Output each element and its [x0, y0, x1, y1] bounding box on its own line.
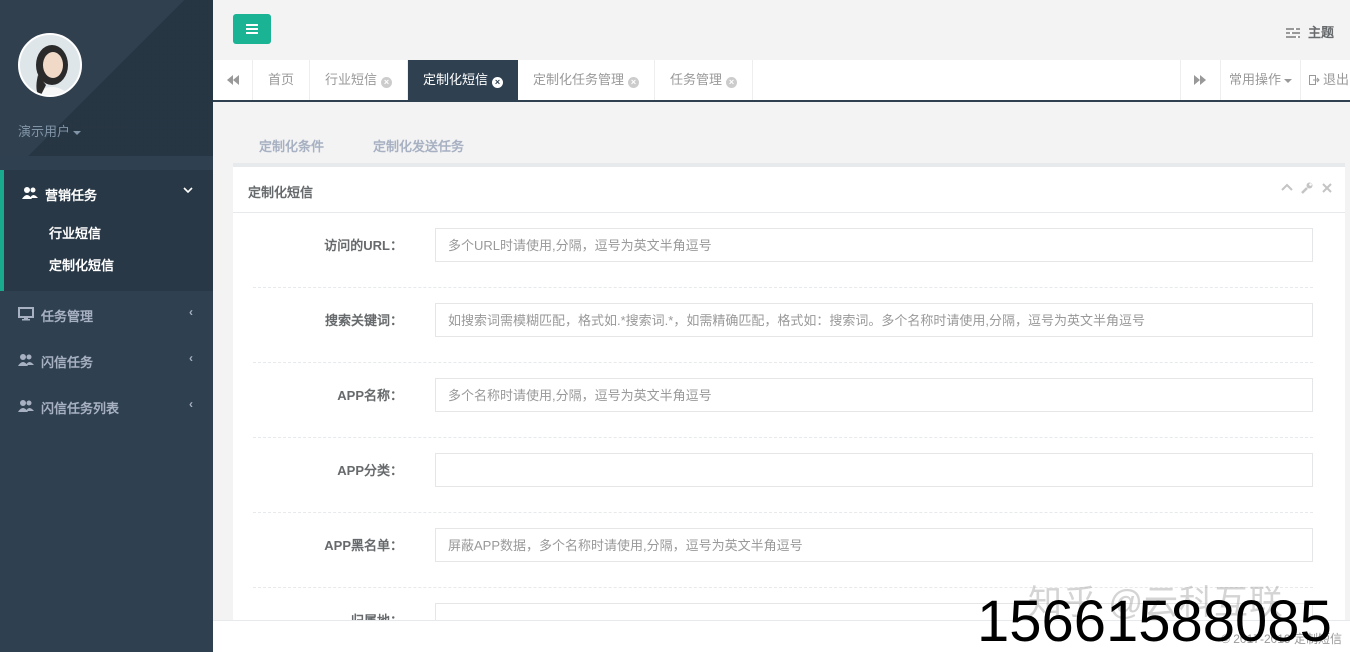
- tabs-scroll-left-button[interactable]: [213, 60, 253, 100]
- tab-custom-task-management[interactable]: 定制化任务管理 ×: [518, 60, 656, 100]
- sidebar-item-task-management[interactable]: 任务管理 ‹: [0, 291, 213, 337]
- sub-tab-custom-send-tasks[interactable]: 定制化发送任务: [373, 136, 464, 155]
- app-name-input[interactable]: [435, 378, 1313, 412]
- hamburger-icon: [246, 24, 258, 26]
- sidebar-item-label: 营销任务: [45, 188, 98, 203]
- sidebar: 演示用户 营销任务 行业短信 定制化短信 任务管理 ‹ 闪信任务 ‹ 闪信任务列…: [0, 0, 213, 652]
- theme-label: 主题: [1307, 25, 1334, 40]
- logout-button[interactable]: 退出: [1300, 60, 1350, 100]
- chevron-left-icon: ‹: [189, 397, 193, 411]
- panel-title: 定制化短信: [248, 185, 314, 200]
- tab-custom-sms[interactable]: 定制化短信 ×: [408, 60, 519, 100]
- sidebar-nav: 营销任务 行业短信 定制化短信 任务管理 ‹ 闪信任务 ‹ 闪信任务列表 ‹: [0, 170, 213, 429]
- chevron-down-icon: [183, 184, 193, 198]
- tab-home[interactable]: 首页: [253, 60, 311, 100]
- sidebar-subitem-industry-sms[interactable]: 行业短信: [49, 223, 101, 242]
- form-row-app-category: APP分类：: [253, 438, 1313, 513]
- chevron-left-icon: ‹: [189, 305, 193, 319]
- tab-task-management[interactable]: 任务管理 ×: [655, 60, 754, 100]
- sidebar-item-flash-tasks[interactable]: 闪信任务 ‹: [0, 337, 213, 383]
- sidebar-item-label: 闪信任务: [41, 355, 94, 370]
- sidebar-subitem-custom-sms[interactable]: 定制化短信: [49, 255, 114, 274]
- sidebar-header: 演示用户: [0, 0, 213, 156]
- tasks-icon: [1285, 26, 1300, 38]
- sidebar-item-label: 闪信任务列表: [41, 401, 120, 416]
- wrench-icon[interactable]: [1301, 182, 1313, 194]
- tabs-scroll-right-button[interactable]: [1180, 60, 1220, 100]
- sidebar-item-label: 任务管理: [41, 309, 94, 324]
- close-icon[interactable]: [1321, 182, 1333, 194]
- form-panel: 定制化短信 访问的URL： 搜索关键词： APP名称： APP: [233, 163, 1345, 637]
- url-input[interactable]: [435, 228, 1313, 262]
- form-row-url: 访问的URL：: [253, 213, 1313, 288]
- keywords-input[interactable]: [435, 303, 1313, 337]
- avatar[interactable]: [18, 33, 82, 97]
- sidebar-item-marketing-tasks[interactable]: 营销任务 行业短信 定制化短信: [0, 170, 213, 291]
- close-tab-icon[interactable]: ×: [492, 77, 504, 88]
- field-label: APP黑名单：: [324, 538, 403, 553]
- sidebar-item-flash-task-list[interactable]: 闪信任务列表 ‹: [0, 383, 213, 429]
- field-label: APP分类：: [337, 463, 403, 478]
- main-content: 定制化条件 定制化发送任务 定制化短信 访问的URL： 搜索关键词：: [213, 102, 1350, 637]
- watermark-phone: 15661588085: [977, 589, 1332, 652]
- close-tab-icon[interactable]: ×: [628, 77, 640, 88]
- field-label: 搜索关键词：: [324, 313, 403, 328]
- close-tab-icon[interactable]: ×: [381, 77, 393, 88]
- forward-icon: [1194, 75, 1206, 85]
- sub-tab-custom-conditions[interactable]: 定制化条件: [259, 136, 324, 155]
- app-category-input[interactable]: [435, 453, 1313, 487]
- panel-tools: [1273, 182, 1333, 197]
- users-icon: [18, 353, 34, 367]
- users-icon: [18, 399, 34, 413]
- theme-button[interactable]: 主题: [1285, 22, 1334, 41]
- common-ops-dropdown[interactable]: 常用操作: [1220, 60, 1300, 100]
- field-label: 访问的URL：: [324, 238, 403, 253]
- form-row-keywords: 搜索关键词：: [253, 288, 1313, 363]
- user-name: 演示用户: [18, 124, 71, 139]
- app-blacklist-input[interactable]: [435, 528, 1313, 562]
- menu-toggle-button[interactable]: [233, 14, 271, 44]
- caret-down-icon: [1284, 78, 1293, 83]
- form-row-app-name: APP名称：: [253, 363, 1313, 438]
- close-tab-icon[interactable]: ×: [726, 77, 738, 88]
- chevron-left-icon: ‹: [189, 351, 193, 365]
- sub-tabs: 定制化条件 定制化发送任务: [233, 124, 768, 164]
- chevron-up-icon[interactable]: [1281, 182, 1293, 194]
- tab-industry-sms[interactable]: 行业短信 ×: [310, 60, 409, 100]
- desktop-icon: [18, 307, 34, 321]
- backward-icon: [227, 75, 239, 85]
- users-icon: [22, 186, 38, 200]
- caret-down-icon: [73, 130, 82, 135]
- panel-header: 定制化短信: [233, 167, 1345, 213]
- sign-out-icon: [1309, 75, 1320, 85]
- field-label: APP名称：: [337, 388, 403, 403]
- top-navbar: 主题: [213, 0, 1350, 60]
- user-menu[interactable]: 演示用户: [18, 121, 82, 140]
- tabs-bar: 首页 行业短信 × 定制化短信 × 定制化任务管理 × 任务管理 × 常用操作 退出: [213, 60, 1350, 102]
